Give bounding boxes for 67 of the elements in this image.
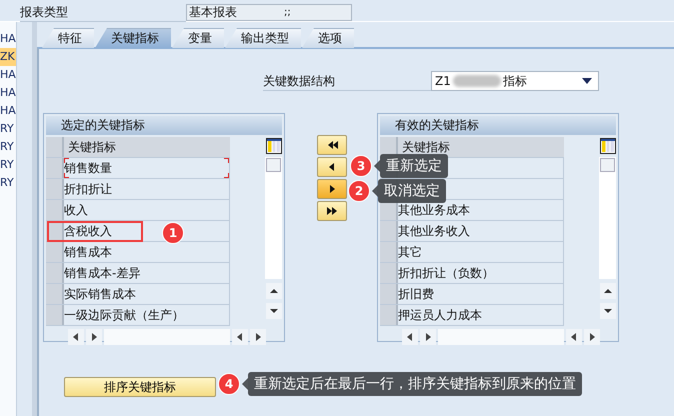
list-item[interactable]: RY [0,120,16,138]
list-item[interactable]: HA [0,84,16,102]
scroll-right-icon [250,329,266,345]
sort-button[interactable]: 排序关键指标 [64,377,216,397]
scrollbar[interactable] [265,157,282,279]
table-cell[interactable]: 其他业务成本 [398,203,470,217]
move-button[interactable] [317,157,347,177]
report-type-field[interactable]: 基本报表 ;; [186,4,352,21]
move-button[interactable] [317,135,347,155]
column-settings-icon [266,138,282,154]
scroll-thumb[interactable] [600,158,615,172]
column-header[interactable]: 关键指标 [64,137,230,157]
table-cell[interactable]: 实际销售成本 [64,287,136,301]
tab[interactable]: 输出类型 [225,28,301,48]
scroll-down-icon [600,303,616,319]
list-item[interactable]: RY [0,156,16,174]
blurred-text [452,75,501,87]
table-cell[interactable]: 折扣折让 [64,182,112,196]
scroll-right-icon [86,329,102,345]
table-cell[interactable]: 含税收入 [64,224,112,238]
table-cell[interactable]: 折扣折让（负数） [398,266,494,280]
scroll-left-icon [566,329,582,345]
double-right-arrow-icon [326,205,338,217]
table-cell[interactable]: 其它 [398,245,422,259]
tab[interactable]: 选项 [302,28,354,48]
table-cell[interactable]: 其他业务收入 [398,224,470,238]
structure-dropdown[interactable]: Z1 指标 [431,71,599,91]
list-item[interactable]: RY [0,138,16,156]
field-label: 报表类型 [20,4,186,22]
dropdown-arrow-icon [582,78,592,84]
column-header[interactable]: 关键指标 [398,137,564,157]
double-left-arrow-icon [326,139,338,151]
scroll-up-icon [600,283,616,299]
list-item[interactable]: ZK [0,48,16,66]
move-button[interactable] [317,179,347,199]
scroll-left-icon [68,329,84,345]
scroll-thumb[interactable] [266,158,281,172]
list-item[interactable]: HA [0,30,16,48]
scrollbar[interactable] [438,329,564,345]
table-cell[interactable]: 折旧费 [398,287,434,301]
table-cell[interactable]: 一级边际贡献（生产） [64,308,184,322]
callout-text: 取消选定 [384,183,440,199]
tab[interactable]: 特征 [42,28,94,48]
table-cell[interactable]: 收入 [64,203,88,217]
list-item[interactable]: HA [0,66,16,84]
scroll-right-icon [420,329,436,345]
column-settings-icon [600,138,616,154]
table-title: 选定的关键指标 [46,116,282,135]
table-cell[interactable]: 销售成本-差异 [64,266,140,280]
scroll-left-icon [402,329,418,345]
scroll-up-icon [266,283,282,299]
scroll-down-icon [266,303,282,319]
table-cell[interactable]: 押运员人力成本 [398,308,482,322]
list-item[interactable]: HA [0,102,16,120]
scrollbar[interactable] [599,157,616,279]
scrollbar[interactable] [104,329,230,345]
table-cell[interactable]: 销售数量 [64,161,112,175]
list-item[interactable]: RY [0,174,16,192]
callout-text: 重新选定 [386,158,442,174]
callout-text: 重新选定后在最后一行，排序关键指标到原来的位置 [254,376,576,392]
table-title: 有效的关键指标 [380,116,616,135]
table-cell[interactable]: 销售成本 [64,245,112,259]
move-button[interactable] [317,201,347,221]
tab[interactable]: 关键指标 [95,28,171,48]
scroll-right-icon [584,329,600,345]
tab[interactable]: 变量 [172,28,224,48]
scroll-left-icon [232,329,248,345]
